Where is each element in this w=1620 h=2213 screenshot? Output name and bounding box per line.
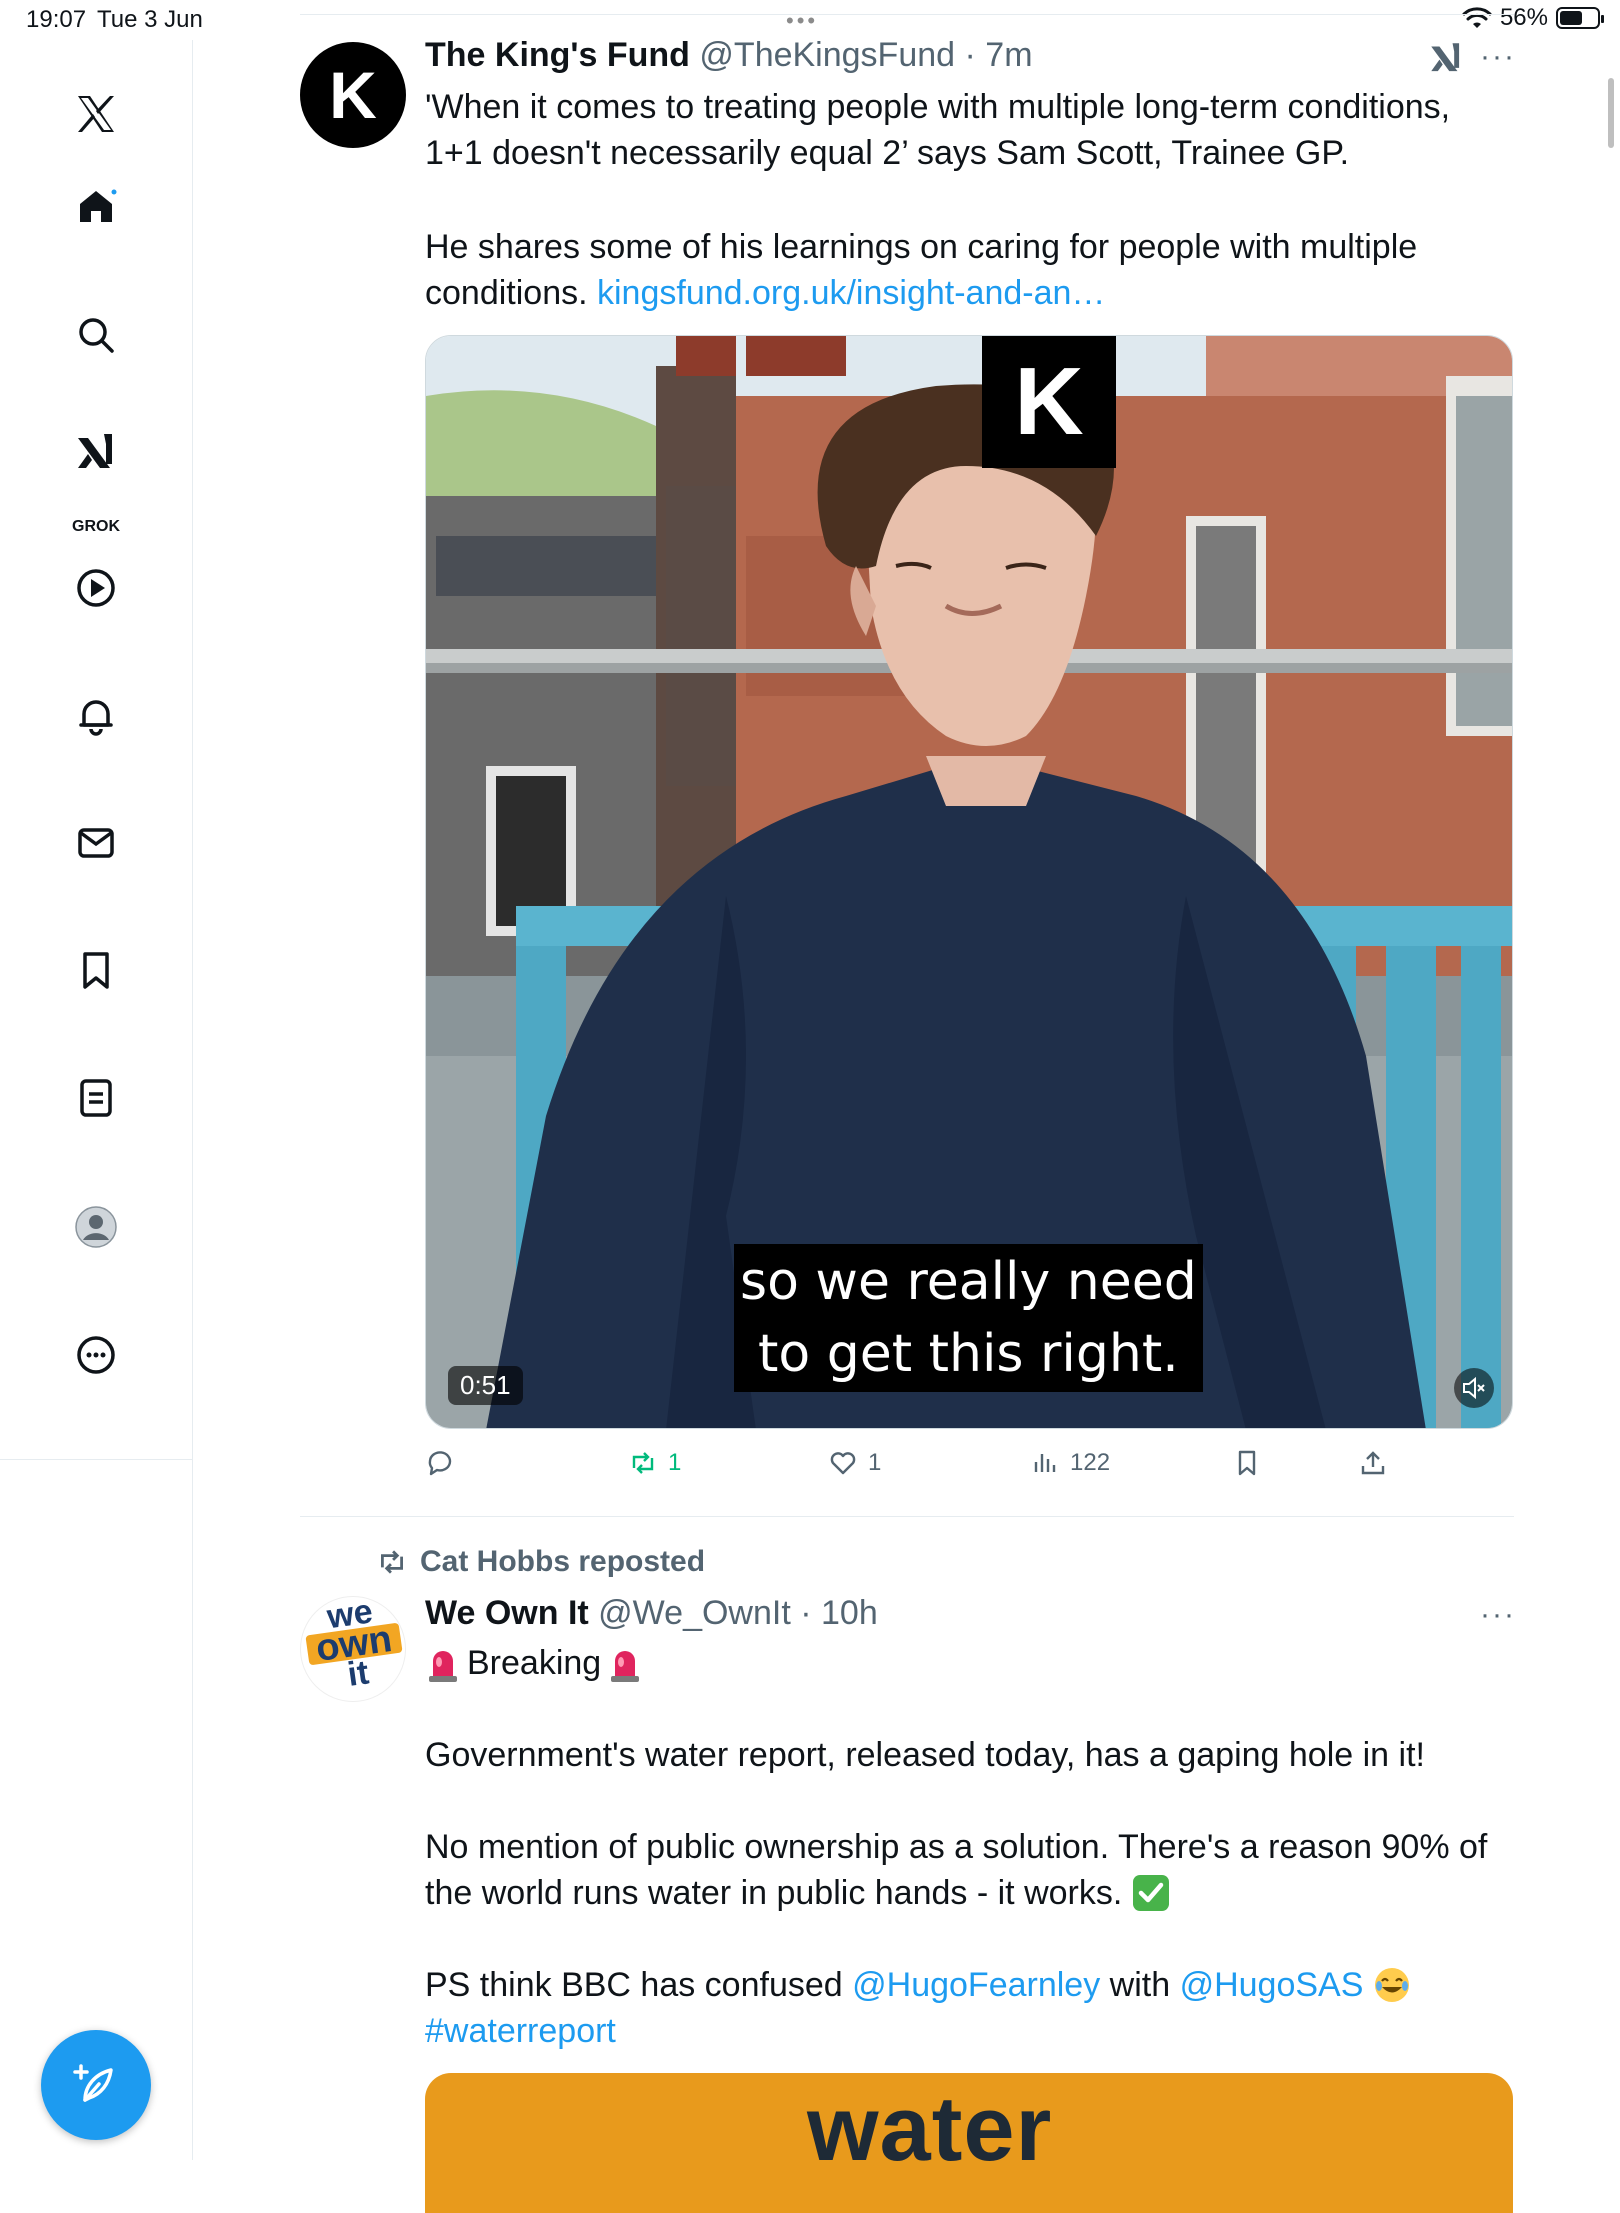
display-name[interactable]: The King's Fund [425,36,690,74]
tweet-image[interactable]: water [425,2073,1513,2213]
repost-icon [381,1550,403,1574]
video-logo-letter: K [1014,348,1084,455]
play-icon[interactable] [72,564,120,612]
check-mark-icon [1132,1875,1169,1911]
battery-percent: 56% [1499,4,1548,31]
views-icon [1034,1454,1056,1472]
status-bar: 19:07 Tue 3 Jun ••• 56% [0,0,1620,40]
scrollbar[interactable] [1608,78,1614,148]
heart-icon [830,1452,856,1475]
siren-icon [611,1651,640,1682]
views-button[interactable]: 122 [1030,1448,1110,1478]
tweet-text: He shares some of his learnings on carin… [425,224,1515,316]
profile-icon[interactable] [72,1203,120,1251]
speaker-muted-icon [1463,1376,1485,1400]
bookmark-button[interactable] [1232,1448,1262,1478]
more-icon[interactable] [72,1331,120,1379]
tweet-paragraph: No mention of public ownership as a solu… [425,1828,1497,1912]
caption-line: to get this right. [757,1324,1179,1384]
compose-button[interactable] [41,2030,151,2140]
wifi-icon [1462,7,1492,28]
status-time: 19:07 [26,6,87,33]
handle[interactable]: @TheKingsFund [699,36,955,74]
handle[interactable]: @We_OwnIt [598,1594,791,1632]
mute-button[interactable] [1454,1368,1494,1408]
video-caption: so we really need to get this right. [734,1244,1203,1392]
avatar[interactable]: K [300,42,406,148]
like-count: 1 [868,1449,882,1476]
bell-icon[interactable] [72,692,120,740]
sidebar: GROK [0,40,193,2160]
siren-icon [429,1651,457,1682]
repost-indicator[interactable]: Cat Hobbs reposted [376,1545,705,1579]
repost-by: Cat Hobbs reposted [420,1545,706,1578]
timestamp[interactable]: 7m [985,36,1032,74]
tweet-paragraph: PS think BBC has confused [425,1966,853,2004]
avatar-letter: K [329,58,377,132]
tweet-paragraph: with [1100,1966,1180,2004]
search-icon[interactable] [72,311,120,359]
like-button[interactable]: 1 [828,1448,881,1478]
views-count: 122 [1070,1449,1111,1476]
more-options-icon[interactable]: ··· [1480,1598,1516,1632]
image-word: water [807,2078,1053,2180]
grok-icon[interactable] [72,428,120,476]
repost-button[interactable]: 1 [628,1448,681,1478]
repost-count: 1 [668,1449,682,1476]
reply-icon [428,1451,452,1476]
hashtag-link[interactable]: #waterreport [425,2012,616,2050]
video-duration: 0:51 [448,1366,523,1405]
grok-icon[interactable] [1428,40,1464,76]
list-icon[interactable] [72,1074,120,1122]
breaking-line: Breaking [425,1640,1515,1686]
more-options-icon[interactable]: ··· [1480,40,1516,74]
video-player[interactable]: K so we really need to get this right. 0… [425,335,1513,1429]
avatar-logo: we own it [301,1597,405,1695]
share-button[interactable] [1358,1448,1388,1478]
status-date: Tue 3 Jun [97,6,203,33]
tweet-text: No mention of public ownership as a solu… [425,1824,1515,1916]
sidebar-divider [0,1459,192,1460]
timestamp[interactable]: 10h [821,1594,878,1632]
tweet-text: PS think BBC has confused @HugoFearnley … [425,1962,1515,2054]
repost-icon [632,1452,654,1474]
battery-icon [1556,7,1604,29]
breaking-text: Breaking [467,1644,602,1682]
tweet-link[interactable]: kingsfund.org.uk/insight-and-an… [597,274,1105,312]
tweet-paragraph: 'When it comes to treating people with m… [425,88,1460,172]
tweet-divider [300,1516,1514,1517]
bookmark-icon[interactable] [72,946,120,994]
mention-link[interactable]: @HugoFearnley [852,1966,1100,2004]
share-icon [1361,1451,1385,1475]
multitask-dots[interactable]: ••• [786,8,818,34]
laughing-emoji-icon [1374,1968,1409,2002]
mention-link[interactable]: @HugoSAS [1180,1966,1364,2004]
grok-label: GROK [72,518,120,535]
caption-line: so we really need [740,1252,1197,1312]
status-right: 56% [1462,4,1604,32]
display-name[interactable]: We Own It [425,1594,589,1632]
avatar[interactable]: we own it [300,1596,406,1702]
bookmark-icon [1238,1450,1256,1476]
compose-icon [73,2064,113,2102]
tweet-header: We Own It @We_OwnIt · 10h [425,1594,878,1632]
tweet-text: 'When it comes to treating people with m… [425,84,1515,176]
tweet-header: The King's Fund @TheKingsFund · 7m [425,36,1033,74]
x-logo-icon[interactable] [72,90,120,138]
home-icon[interactable] [72,182,120,230]
top-divider [300,14,1514,15]
mail-icon[interactable] [72,819,120,867]
tweet-paragraph: Government's water report, released toda… [425,1736,1425,1774]
reply-button[interactable] [425,1448,465,1478]
